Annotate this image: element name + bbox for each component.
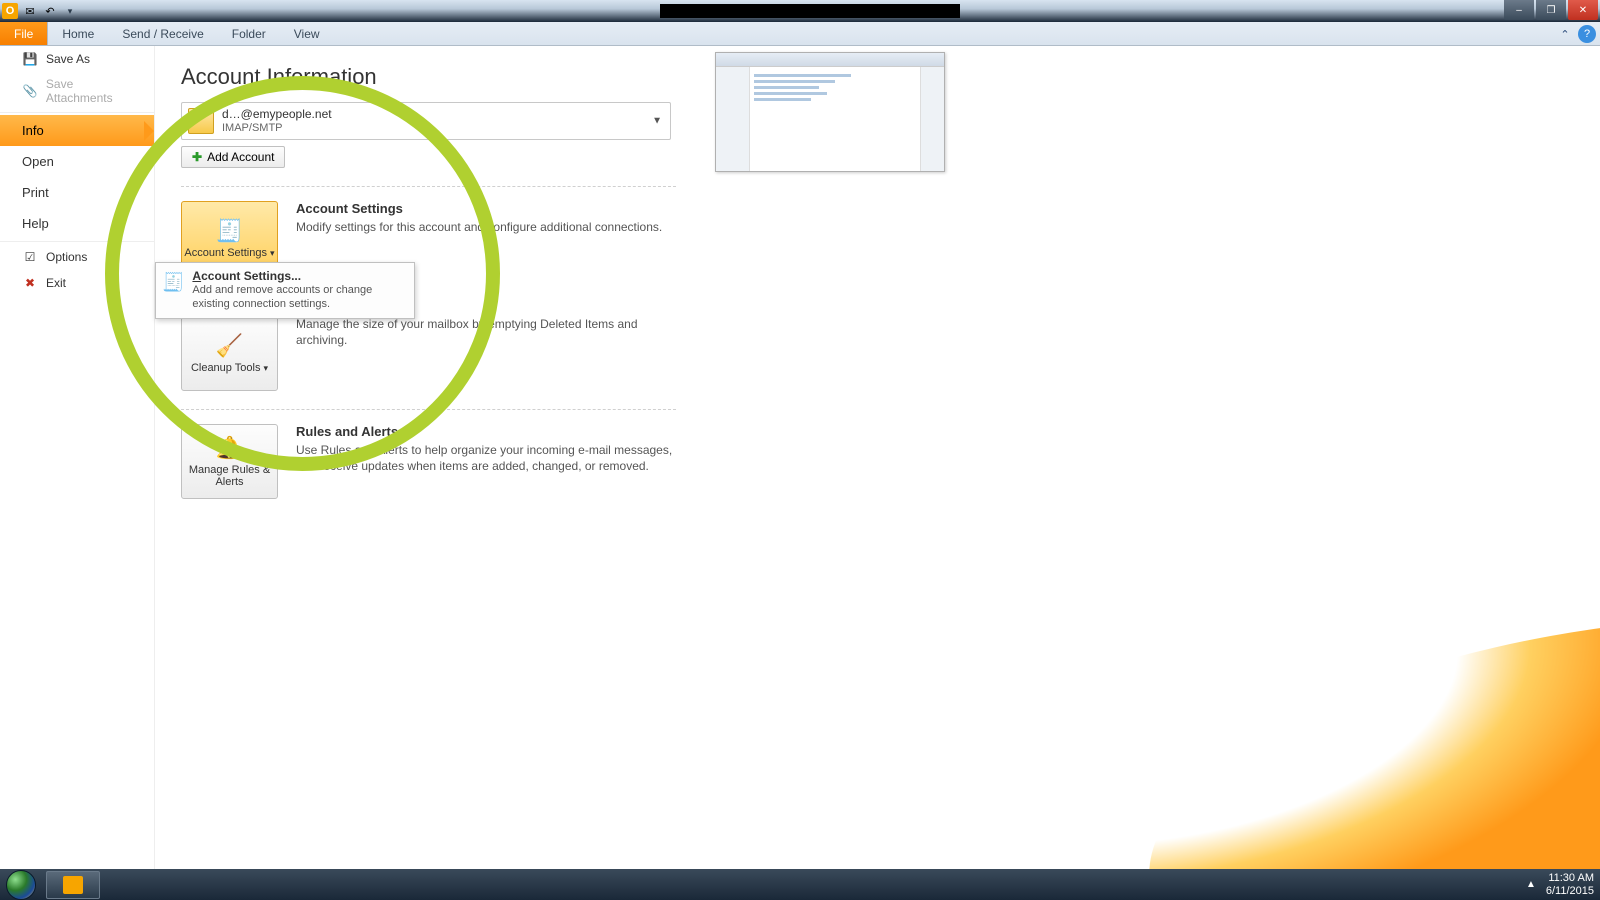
section-cleanup: 🧹 Cleanup Tools ▾ Manage the size of you… [181, 316, 676, 391]
close-button[interactable]: ✕ [1568, 0, 1598, 20]
nav-help[interactable]: Help [0, 208, 154, 239]
cleanup-tools-button[interactable]: 🧹 Cleanup Tools ▾ [181, 316, 278, 391]
exit-icon: ✖ [22, 275, 38, 291]
dropdown-item-account-settings[interactable]: 🧾 Account Settings... Add and remove acc… [162, 269, 408, 312]
decorative-wave [1128, 623, 1600, 900]
chevron-down-icon: ▼ [652, 116, 662, 127]
window-buttons: – ❐ ✕ [1502, 0, 1598, 20]
tab-home[interactable]: Home [48, 22, 108, 45]
rules-heading: Rules and Alerts [296, 424, 676, 439]
add-account-label: Add Account [207, 150, 274, 164]
rules-button-label: Manage Rules & Alerts [184, 464, 275, 488]
save-icon: 💾 [22, 51, 38, 67]
rules-body: Use Rules and Alerts to help organize yo… [296, 442, 676, 474]
cleanup-button-label: Cleanup Tools ▾ [191, 362, 268, 374]
backstage-content: Account Information d…@emypeople.net IMA… [155, 46, 1600, 869]
nav-options-label: Options [46, 250, 87, 264]
outlook-taskbar-icon [63, 876, 83, 894]
clock-time: 11:30 AM [1546, 872, 1594, 884]
account-preview-thumbnail [715, 52, 945, 172]
tray-overflow-icon[interactable]: ▲ [1526, 879, 1536, 890]
nav-options[interactable]: ☑ Options [0, 244, 154, 270]
minimize-button[interactable]: – [1504, 0, 1534, 20]
quick-access-toolbar: O ✉ ↶ ▾ [0, 3, 78, 19]
clock-date: 6/11/2015 [1546, 885, 1594, 897]
section-rules: 🔔 Manage Rules & Alerts Rules and Alerts… [181, 424, 676, 499]
nav-save-as[interactable]: 💾 Save As [0, 46, 154, 72]
nav-exit[interactable]: ✖ Exit [0, 270, 154, 296]
nav-info[interactable]: Info [0, 115, 154, 146]
maximize-button[interactable]: ❐ [1536, 0, 1566, 20]
account-lines: d…@emypeople.net IMAP/SMTP [222, 108, 332, 133]
backstage-nav: 💾 Save As 📎 Save Attachments Info Open P… [0, 46, 155, 869]
backstage-view: 💾 Save As 📎 Save Attachments Info Open P… [0, 46, 1600, 869]
system-tray: ▲ 11:30 AM 6/11/2015 [1526, 872, 1594, 896]
help-icon[interactable]: ? [1578, 25, 1596, 43]
account-settings-heading: Account Settings [296, 201, 676, 216]
nav-save-attachments: 📎 Save Attachments [0, 72, 154, 110]
window-title-redacted [660, 4, 960, 18]
account-picker[interactable]: d…@emypeople.net IMAP/SMTP ▼ [181, 102, 671, 140]
windows-orb-icon [6, 870, 36, 900]
nav-open[interactable]: Open [0, 146, 154, 177]
attachment-icon: 📎 [22, 83, 38, 99]
nav-info-label: Info [22, 123, 44, 138]
account-settings-icon: 🧾 [214, 218, 246, 244]
dropdown-title: Account Settings... [192, 269, 408, 283]
outlook-icon: O [2, 3, 18, 19]
dropdown-account-settings-icon: 🧾 [162, 269, 184, 295]
folder-icon [188, 108, 214, 134]
file-tab[interactable]: File [0, 22, 48, 45]
account-settings-body: Modify settings for this account and con… [296, 219, 676, 235]
nav-print[interactable]: Print [0, 177, 154, 208]
tab-folder[interactable]: Folder [218, 22, 280, 45]
manage-rules-button[interactable]: 🔔 Manage Rules & Alerts [181, 424, 278, 499]
add-account-button[interactable]: ✚ Add Account [181, 146, 285, 168]
nav-print-label: Print [22, 185, 49, 200]
plus-icon: ✚ [192, 150, 202, 164]
titlebar: O ✉ ↶ ▾ – ❐ ✕ [0, 0, 1600, 22]
nav-exit-label: Exit [46, 276, 66, 290]
cleanup-body: Manage the size of your mailbox by empty… [296, 316, 676, 348]
tab-send-receive[interactable]: Send / Receive [108, 22, 217, 45]
taskbar: ▲ 11:30 AM 6/11/2015 [0, 869, 1600, 900]
nav-help-label: Help [22, 216, 49, 231]
account-settings-dropdown: 🧾 Account Settings... Add and remove acc… [155, 262, 415, 319]
dropdown-desc: Add and remove accounts or change existi… [192, 283, 408, 312]
rules-icon: 🔔 [214, 435, 246, 461]
account-email: d…@emypeople.net [222, 108, 332, 121]
start-button[interactable] [0, 869, 42, 900]
ribbon-minimize-icon[interactable]: ⌃ [1556, 25, 1574, 43]
options-icon: ☑ [22, 249, 38, 265]
send-receive-qat-icon[interactable]: ✉ [22, 3, 38, 19]
undo-qat-icon[interactable]: ↶ [42, 3, 58, 19]
account-type: IMAP/SMTP [222, 122, 332, 134]
ribbon-tabs: File Home Send / Receive Folder View ⌃ ? [0, 22, 1600, 46]
account-settings-button-label: Account Settings ▾ [184, 247, 274, 259]
cleanup-icon: 🧹 [214, 333, 246, 359]
clock[interactable]: 11:30 AM 6/11/2015 [1546, 872, 1594, 896]
taskbar-outlook-button[interactable] [46, 871, 100, 899]
qat-customize-icon[interactable]: ▾ [62, 3, 78, 19]
tab-view[interactable]: View [280, 22, 334, 45]
nav-open-label: Open [22, 154, 54, 169]
nav-save-as-label: Save As [46, 52, 90, 66]
nav-save-attachments-label: Save Attachments [46, 77, 142, 105]
